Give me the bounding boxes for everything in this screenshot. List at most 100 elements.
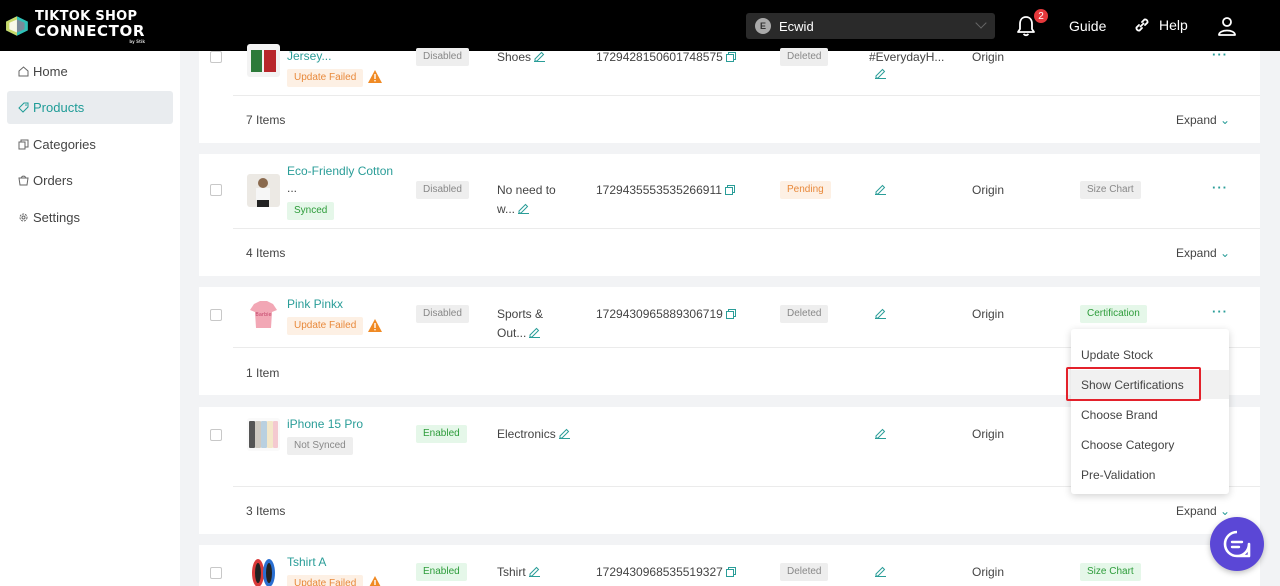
- more-actions-button[interactable]: ···: [1212, 47, 1228, 62]
- category-text: Out...: [497, 326, 527, 340]
- link-icon: [1135, 18, 1149, 32]
- category-cell[interactable]: Out...: [497, 326, 541, 340]
- size-chart-badge[interactable]: Size Chart: [1080, 563, 1141, 581]
- product-id: 1729435553535266911: [596, 183, 722, 197]
- category-cell[interactable]: Tshirt: [497, 565, 540, 579]
- product-name[interactable]: Tshirt A: [287, 555, 326, 569]
- sidebar-item-label: Products: [33, 100, 85, 115]
- warning-icon[interactable]: [368, 319, 382, 332]
- pencil-icon[interactable]: [875, 566, 886, 577]
- product-name[interactable]: Jersey...: [287, 49, 331, 63]
- logo-mark-icon: [6, 16, 28, 36]
- pencil-icon[interactable]: [529, 327, 541, 338]
- pencil-icon[interactable]: [534, 51, 546, 62]
- warning-icon[interactable]: [368, 576, 382, 586]
- category-text: Electronics: [497, 427, 556, 441]
- app-logo[interactable]: TIKTOK SHOP CONNECTOR by Stik: [5, 6, 145, 46]
- pencil-icon[interactable]: [558, 428, 570, 439]
- origin-text: Origin: [972, 427, 1005, 441]
- pencil-icon[interactable]: [875, 308, 886, 319]
- logo-title-line2: CONNECTOR: [34, 21, 145, 40]
- row-checkbox[interactable]: [210, 309, 222, 321]
- row-checkbox[interactable]: [210, 567, 222, 579]
- sidebar-item-products[interactable]: Products: [7, 91, 173, 124]
- origin-text: Origin: [972, 565, 1005, 579]
- store-selector[interactable]: E Ecwid: [746, 13, 995, 39]
- user-account-icon[interactable]: [1217, 16, 1237, 36]
- sidebar-item-label: Home: [33, 64, 68, 79]
- product-thumbnail: Barbie: [247, 298, 280, 331]
- certification-badge[interactable]: Certification: [1080, 305, 1147, 323]
- expand-button[interactable]: Expand ⌄: [1176, 113, 1230, 127]
- product-name[interactable]: Eco-Friendly Cotton: [287, 164, 393, 178]
- category-cell[interactable]: w...: [497, 202, 530, 216]
- home-icon: [18, 66, 29, 77]
- product-name[interactable]: Pink Pinkx: [287, 297, 343, 311]
- sidebar-item-settings[interactable]: Settings: [7, 201, 173, 234]
- product-id-cell: 1729430968535519327: [596, 565, 736, 579]
- origin-text: Origin: [972, 307, 1005, 321]
- highlight-box: [1066, 367, 1201, 401]
- product-id-cell: 1729435553535266911: [596, 183, 735, 197]
- copy-icon[interactable]: [724, 185, 735, 195]
- category-text: No need to: [497, 183, 556, 197]
- variant-count: 1 Item: [246, 366, 280, 380]
- sidebar: Home Products Categories Orders Settings: [0, 51, 180, 586]
- sidebar-item-label: Settings: [33, 210, 80, 225]
- chevron-down-icon: ⌄: [1220, 246, 1231, 260]
- sync-status-badge: Synced: [287, 202, 335, 220]
- product-thumbnail: [247, 418, 280, 451]
- variant-count: 4 Items: [246, 246, 286, 260]
- product-id: 1729430968535519327: [596, 565, 723, 579]
- pencil-icon[interactable]: [875, 68, 886, 79]
- category-cell[interactable]: Shoes: [497, 50, 546, 64]
- category-cell[interactable]: Electronics: [497, 427, 570, 441]
- product-id-cell: 1729430965889306719: [596, 307, 736, 321]
- top-bar: TIKTOK SHOP CONNECTOR by Stik E Ecwid 2 …: [0, 0, 1280, 51]
- more-actions-button[interactable]: ···: [1212, 304, 1228, 319]
- tag-icon: [18, 102, 29, 113]
- copy-icon[interactable]: [725, 52, 736, 62]
- product-id: 1729428150601748575: [596, 50, 723, 64]
- product-card: [199, 51, 1260, 143]
- expand-button[interactable]: Expand ⌄: [1176, 246, 1230, 260]
- product-id-cell: 1729428150601748575: [596, 50, 736, 64]
- sidebar-item-home[interactable]: Home: [7, 55, 173, 88]
- warning-icon[interactable]: [368, 70, 382, 83]
- help-label: Help: [1159, 17, 1188, 33]
- size-chart-badge[interactable]: Size Chart: [1080, 181, 1141, 199]
- expand-button[interactable]: Expand ⌄: [1176, 504, 1230, 518]
- sync-status-badge: Update Failed: [287, 317, 364, 335]
- menu-item-pre-validation[interactable]: Pre-Validation: [1081, 468, 1155, 482]
- pencil-icon[interactable]: [875, 184, 886, 195]
- chat-support-button[interactable]: [1210, 517, 1264, 571]
- row-checkbox[interactable]: [210, 51, 222, 63]
- guide-link[interactable]: Guide: [1069, 18, 1106, 34]
- categories-icon: [18, 139, 29, 150]
- sidebar-item-label: Categories: [33, 137, 96, 152]
- sidebar-item-orders[interactable]: Orders: [7, 164, 173, 197]
- status-badge: Disabled: [416, 305, 469, 323]
- status-badge: Enabled: [416, 563, 467, 581]
- store-avatar: E: [755, 18, 771, 34]
- menu-item-update-stock[interactable]: Update Stock: [1081, 348, 1153, 362]
- menu-item-choose-brand[interactable]: Choose Brand: [1081, 408, 1158, 422]
- row-checkbox[interactable]: [210, 429, 222, 441]
- product-name[interactable]: iPhone 15 Pro: [287, 417, 363, 431]
- more-actions-button[interactable]: ···: [1212, 180, 1228, 195]
- gear-icon: [19, 213, 28, 222]
- sidebar-item-categories[interactable]: Categories: [7, 128, 173, 161]
- copy-icon[interactable]: [725, 567, 736, 577]
- tiktok-status-badge: Pending: [780, 181, 831, 199]
- pencil-icon[interactable]: [528, 566, 540, 577]
- menu-item-choose-category[interactable]: Choose Category: [1081, 438, 1174, 452]
- variant-count: 3 Items: [246, 504, 286, 518]
- pencil-icon[interactable]: [875, 428, 886, 439]
- svg-text:Barbie: Barbie: [255, 312, 271, 318]
- copy-icon[interactable]: [725, 309, 736, 319]
- help-link[interactable]: Help: [1133, 16, 1188, 34]
- chevron-down-icon: ⌄: [1220, 504, 1231, 518]
- row-checkbox[interactable]: [210, 184, 222, 196]
- product-thumbnail: [247, 44, 280, 77]
- pencil-icon[interactable]: [518, 203, 530, 214]
